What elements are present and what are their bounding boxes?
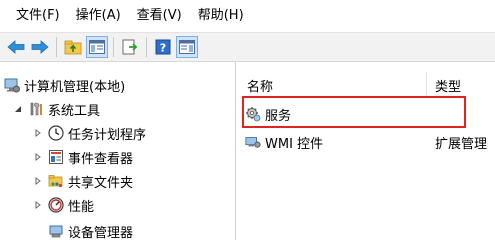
- details-list: 名称 类型 服务 WMI 控件 扩展管理: [237, 62, 495, 240]
- tree-item-shared-folders[interactable]: 共享文件夹: [32, 170, 133, 192]
- list-item-wmi-control[interactable]: WMI 控件: [245, 130, 323, 154]
- event-viewer-icon: [48, 149, 64, 165]
- menu-file[interactable]: 文件(F): [8, 4, 68, 28]
- tree-item-task-scheduler[interactable]: 任务计划程序: [32, 122, 146, 144]
- back-icon[interactable]: [5, 36, 27, 58]
- wmi-control-icon: [245, 134, 261, 150]
- clock-icon: [48, 125, 64, 141]
- toolbar-separator: [113, 37, 114, 57]
- collapsed-arrow-icon[interactable]: [32, 199, 44, 211]
- list-item-wmi-type-label: 扩展管理: [435, 136, 488, 152]
- toolbar: ?: [0, 32, 495, 62]
- menu-help[interactable]: 帮助(H): [190, 4, 252, 28]
- menu-view[interactable]: 查看(V): [129, 4, 190, 28]
- svg-text:?: ?: [160, 42, 166, 55]
- tree-label-event-viewer: 事件查看器: [68, 151, 134, 167]
- tree-label-system-tools: 系统工具: [48, 103, 101, 119]
- column-header-name-label: 名称: [247, 79, 274, 95]
- column-header-type-label: 类型: [435, 79, 462, 95]
- performance-icon: [48, 197, 64, 213]
- computer-management-icon: [4, 77, 20, 93]
- column-header-type[interactable]: 类型: [429, 72, 495, 98]
- help-icon[interactable]: ?: [152, 36, 174, 58]
- list-item-wmi-label: WMI 控件: [265, 136, 324, 152]
- tree-label-device-manager: 设备管理器: [68, 225, 134, 240]
- expanded-arrow-icon[interactable]: [12, 103, 24, 115]
- up-folder-icon[interactable]: [62, 36, 84, 58]
- export-list-icon[interactable]: [119, 36, 141, 58]
- list-item-wmi-type: 扩展管理: [435, 130, 487, 154]
- collapsed-arrow-icon[interactable]: [32, 127, 44, 139]
- toolbar-separator: [146, 37, 147, 57]
- menu-action[interactable]: 操作(A): [68, 4, 129, 28]
- tree-item-device-manager[interactable]: 设备管理器: [48, 220, 133, 240]
- tree-item-performance[interactable]: 性能: [32, 194, 94, 216]
- device-manager-icon: [48, 223, 64, 239]
- show-hide-tree-icon[interactable]: [86, 36, 108, 58]
- tree-label-task-scheduler: 任务计划程序: [68, 127, 147, 143]
- collapsed-arrow-icon[interactable]: [32, 151, 44, 163]
- tree-label-performance: 性能: [68, 199, 95, 215]
- tree-label-shared-folders: 共享文件夹: [68, 175, 134, 191]
- tree-item-system-tools[interactable]: 系统工具: [12, 98, 100, 120]
- navigation-tree: 计算机管理(本地) 系统工具 任务计划程序 事件查看器 共享文件夹 性能 设备管…: [0, 62, 236, 240]
- tree-label-root: 计算机管理(本地): [24, 79, 126, 95]
- tools-icon: [28, 101, 44, 117]
- highlight-box: [242, 96, 466, 128]
- tree-item-event-viewer[interactable]: 事件查看器: [32, 146, 133, 168]
- forward-icon[interactable]: [29, 36, 51, 58]
- column-header-name[interactable]: 名称: [241, 72, 427, 98]
- tree-item-computer-management[interactable]: 计算机管理(本地): [4, 74, 125, 96]
- menu-bar: 文件(F) 操作(A) 查看(V) 帮助(H): [0, 0, 495, 32]
- toolbar-separator: [56, 37, 57, 57]
- collapsed-arrow-icon[interactable]: [32, 175, 44, 187]
- action-pane-icon[interactable]: [176, 36, 198, 58]
- shared-folder-icon: [48, 173, 64, 189]
